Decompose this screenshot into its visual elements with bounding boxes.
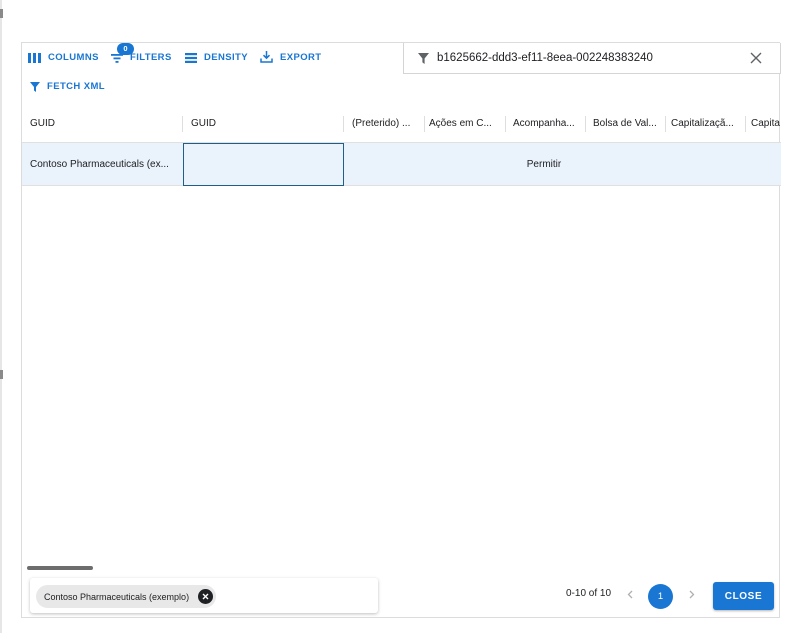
- cell-guid-focused[interactable]: [183, 143, 344, 186]
- density-icon: [185, 52, 197, 63]
- selected-records-bar: Contoso Pharmaceuticals (exemplo): [30, 578, 378, 613]
- funnel-icon: [30, 81, 40, 92]
- download-icon: [260, 51, 273, 63]
- close-button[interactable]: CLOSE: [713, 582, 774, 610]
- column-separator[interactable]: [182, 116, 183, 132]
- close-icon: [202, 593, 209, 600]
- export-button[interactable]: EXPORT: [260, 51, 321, 63]
- next-page-button[interactable]: [684, 586, 700, 602]
- column-header-capita[interactable]: Capita: [751, 105, 781, 143]
- export-label: EXPORT: [280, 51, 322, 63]
- chevron-left-icon: [627, 590, 633, 598]
- density-button[interactable]: DENSITY: [185, 52, 248, 63]
- column-separator[interactable]: [343, 116, 344, 132]
- column-header-preterido[interactable]: (Preterido) ...: [352, 105, 422, 143]
- column-separator[interactable]: [585, 116, 586, 132]
- pagination-range: 0-10 of 10: [566, 588, 612, 599]
- chip-label: Contoso Pharmaceuticals (exemplo): [44, 591, 190, 602]
- column-header-acoes[interactable]: Ações em C...: [429, 105, 504, 143]
- columns-icon: [28, 52, 41, 63]
- filters-count-badge: 0: [117, 43, 134, 55]
- chevron-right-icon: [689, 590, 695, 598]
- cell-permission[interactable]: Permitir: [344, 143, 744, 186]
- columns-label: COLUMNS: [48, 52, 99, 63]
- backdrop-edge: [0, 0, 2, 633]
- search-input[interactable]: [437, 48, 737, 68]
- filters-label: FILTERS: [130, 52, 172, 63]
- fetch-xml-button[interactable]: FETCH XML: [30, 81, 105, 92]
- cell-account-name[interactable]: Contoso Pharmaceuticals (ex...: [30, 143, 180, 186]
- page-1-button[interactable]: 1: [648, 584, 673, 609]
- columns-button[interactable]: COLUMNS: [28, 52, 99, 63]
- column-separator[interactable]: [665, 116, 666, 132]
- close-icon[interactable]: [749, 51, 763, 65]
- column-separator[interactable]: [505, 116, 506, 132]
- record-picker-dialog: COLUMNS FILTERS 0 DENSITY EXPORT FETCH X…: [21, 42, 781, 618]
- column-header-guid[interactable]: GUID: [30, 105, 180, 143]
- column-header-capitalizacao[interactable]: Capitalizaçã...: [671, 105, 743, 143]
- search-box: [403, 43, 781, 74]
- grid-header-row: GUID GUID (Preterido) ... Ações em C... …: [22, 105, 781, 143]
- column-header-acompanha[interactable]: Acompanha...: [513, 105, 585, 143]
- column-header-guid-2[interactable]: GUID: [191, 105, 341, 143]
- column-header-bolsa[interactable]: Bolsa de Val...: [593, 105, 665, 143]
- column-separator[interactable]: [745, 116, 746, 132]
- backdrop-tick: [0, 9, 3, 18]
- backdrop-tick: [0, 370, 3, 379]
- previous-page-button[interactable]: [622, 586, 638, 602]
- funnel-icon: [418, 53, 429, 64]
- selected-record-chip[interactable]: Contoso Pharmaceuticals (exemplo): [36, 585, 217, 608]
- chip-remove-button[interactable]: [198, 589, 214, 604]
- column-separator[interactable]: [424, 116, 425, 132]
- fetch-xml-label: FETCH XML: [47, 81, 105, 92]
- density-label: DENSITY: [204, 52, 248, 63]
- table-row[interactable]: Contoso Pharmaceuticals (ex... Permitir: [22, 143, 781, 186]
- horizontal-scrollbar[interactable]: [27, 566, 93, 570]
